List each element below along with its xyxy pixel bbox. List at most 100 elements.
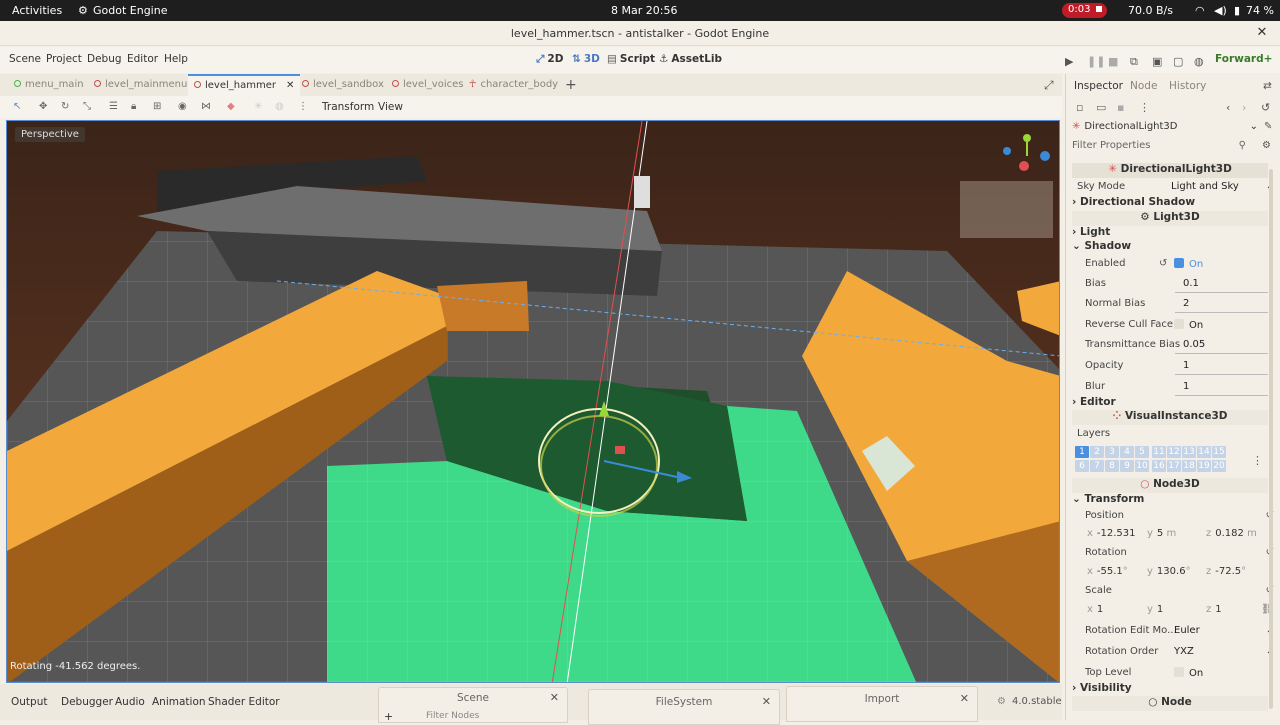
activities-button[interactable]: Activities (12, 4, 62, 17)
more-options-icon[interactable]: ⋮ (298, 101, 308, 112)
tab-menu-main[interactable]: menu_main (14, 74, 84, 96)
reverse-cull-checkbox[interactable]: On (1174, 319, 1203, 331)
section-transform[interactable]: ⌄ Transform (1072, 493, 1268, 508)
layer-10-toggle[interactable]: 10 (1135, 460, 1149, 472)
prop-value[interactable]: Light and Sky (1171, 181, 1239, 192)
play-custom-scene-icon[interactable]: ▢ (1173, 55, 1183, 68)
filter-settings-icon[interactable]: ⚙ (1262, 140, 1271, 151)
slider-track[interactable] (1175, 292, 1268, 293)
bottom-tab-output[interactable]: Output (11, 696, 47, 708)
prop-sky-mode[interactable]: Sky Mode Light and Sky ⌄ (1066, 178, 1274, 198)
object-selector[interactable]: ✳ DirectionalLight3D ⌄ (1072, 121, 1258, 137)
object-history-icon[interactable]: ↺ (1261, 101, 1270, 114)
layer-16-toggle[interactable]: 16 (1152, 460, 1166, 472)
add-tab-icon[interactable]: + (565, 74, 577, 96)
top-level-checkbox[interactable]: On (1174, 667, 1203, 679)
enabled-checkbox[interactable]: On (1174, 258, 1203, 270)
prop-bias[interactable]: Bias 0.1 (1066, 275, 1274, 295)
node-settings-icon[interactable]: ✎ (1264, 121, 1272, 132)
tab-node[interactable]: Node (1130, 80, 1157, 92)
select-tool-icon[interactable]: ↖ (13, 101, 21, 112)
menu-help[interactable]: Help (164, 53, 188, 65)
tab-history[interactable]: History (1169, 80, 1206, 92)
tab-level-mainmenu[interactable]: level_mainmenu (94, 74, 187, 96)
prop-reverse-cull-face[interactable]: Reverse Cull Face On (1066, 316, 1274, 336)
slider-track[interactable] (1175, 353, 1268, 354)
section-directional-shadow[interactable]: › Directional Shadow (1072, 196, 1268, 211)
preview-sun-icon[interactable]: ◆ (227, 101, 235, 112)
group-icon[interactable]: ⊞ (153, 101, 161, 112)
prop-top-level[interactable]: Top Level On (1066, 664, 1274, 684)
layer-17-toggle[interactable]: 17 (1167, 460, 1181, 472)
layer-1-toggle[interactable]: 1 (1075, 446, 1089, 458)
bottom-tab-shader-editor[interactable]: Shader Editor (208, 696, 280, 708)
layer-3-toggle[interactable]: 3 (1105, 446, 1119, 458)
layer-19-toggle[interactable]: 19 (1197, 460, 1211, 472)
layer-13-toggle[interactable]: 13 (1182, 446, 1196, 458)
scale-y-field[interactable]: y1 (1147, 604, 1163, 615)
layers-menu-icon[interactable]: ⋮ (1252, 454, 1263, 467)
close-scene-dock-icon[interactable]: ✕ (550, 691, 559, 704)
clock[interactable]: 8 Mar 20:56 (611, 4, 677, 17)
rotation-x-field[interactable]: x -55.1° (1087, 566, 1128, 577)
prop-value[interactable]: 2 (1183, 298, 1189, 309)
inspector-more-icon[interactable]: ⋮ (1139, 101, 1150, 114)
filter-properties-input[interactable]: Filter Properties ⚲ (1072, 140, 1252, 156)
tab-level-sandbox[interactable]: level_sandbox (302, 74, 384, 96)
menu-project[interactable]: Project (46, 53, 82, 65)
prop-value[interactable]: 1 (1183, 381, 1189, 392)
prop-value[interactable]: 0.1 (1183, 278, 1199, 289)
prop-enabled[interactable]: Enabled ↺ On (1066, 255, 1274, 275)
history-forward-icon[interactable]: › (1242, 101, 1246, 114)
layer-5-toggle[interactable]: 5 (1135, 446, 1149, 458)
scene-dock-window[interactable]: Scene ✕ + Filter Nodes (378, 687, 568, 723)
play-icon[interactable]: ▶ (1065, 55, 1073, 68)
section-editor[interactable]: › Editor (1072, 396, 1268, 411)
layer-2-toggle[interactable]: 2 (1090, 446, 1104, 458)
layer-14-toggle[interactable]: 14 (1197, 446, 1211, 458)
position-y-field[interactable]: y5 m (1147, 528, 1176, 539)
prop-blur[interactable]: Blur 1 (1066, 378, 1274, 398)
position-x-field[interactable]: x -12.531 (1087, 528, 1136, 539)
movie-maker-icon[interactable]: ◍ (1194, 55, 1204, 68)
close-import-dock-icon[interactable]: ✕ (960, 692, 969, 705)
close-filesystem-dock-icon[interactable]: ✕ (762, 695, 771, 708)
layer-18-toggle[interactable]: 18 (1182, 460, 1196, 472)
revert-icon[interactable]: ↺ (1159, 258, 1167, 269)
menu-editor[interactable]: Editor (127, 53, 158, 65)
perspective-menu-button[interactable]: Perspective (15, 127, 85, 142)
list-select-icon[interactable]: ☰ (109, 101, 118, 112)
distraction-free-icon[interactable]: ⤢ (1044, 74, 1054, 96)
prop-rotation-edit-mode[interactable]: Rotation Edit Mo... Euler ⌄ (1066, 622, 1274, 642)
layer-4-toggle[interactable]: 4 (1120, 446, 1134, 458)
tab-character-body[interactable]: ☥ character_body (469, 74, 558, 96)
layer-11-toggle[interactable]: 11 (1152, 446, 1166, 458)
history-back-icon[interactable]: ‹ (1226, 101, 1230, 114)
lock-icon[interactable]: 🔒︎ (131, 101, 136, 112)
layer-15-toggle[interactable]: 15 (1212, 446, 1226, 458)
rotate-tool-icon[interactable]: ↻ (61, 101, 69, 112)
environment-icon[interactable]: ◍ (275, 101, 284, 112)
workspace-3d-button[interactable]: ⇅ 3D (572, 53, 600, 65)
import-dock-window[interactable]: Import ✕ (786, 686, 978, 722)
play-scene-icon[interactable]: ▣ (1152, 55, 1162, 68)
app-name[interactable]: Godot Engine (93, 4, 167, 17)
add-node-icon[interactable]: + (384, 710, 393, 723)
remote-debug-icon[interactable]: ⧉ (1130, 55, 1138, 69)
prop-transmittance-bias[interactable]: Transmittance Bias 0.05 (1066, 336, 1274, 356)
prop-rotation-values[interactable]: x -55.1° y 130.6° z -72.5° (1066, 563, 1274, 583)
layer-9-toggle[interactable]: 9 (1120, 460, 1134, 472)
prop-value[interactable]: YXZ (1174, 646, 1194, 657)
transform-menu[interactable]: Transform (322, 101, 374, 113)
bottom-tab-animation[interactable]: Animation (152, 696, 206, 708)
tab-level-hammer[interactable]: level_hammer ✕ (188, 74, 301, 96)
layer-7-toggle[interactable]: 7 (1090, 460, 1104, 472)
layer-8-toggle[interactable]: 8 (1105, 460, 1119, 472)
scale-tool-icon[interactable]: ⤡ (83, 101, 91, 112)
layer-6-toggle[interactable]: 6 (1075, 460, 1089, 472)
dock-menu-icon[interactable]: ⇄ (1263, 80, 1272, 92)
stop-icon[interactable]: ■ (1108, 55, 1118, 68)
update-spinner-icon[interactable]: ⚙ (997, 696, 1006, 707)
section-light[interactable]: › Light (1072, 226, 1268, 241)
view-menu[interactable]: View (378, 101, 403, 113)
